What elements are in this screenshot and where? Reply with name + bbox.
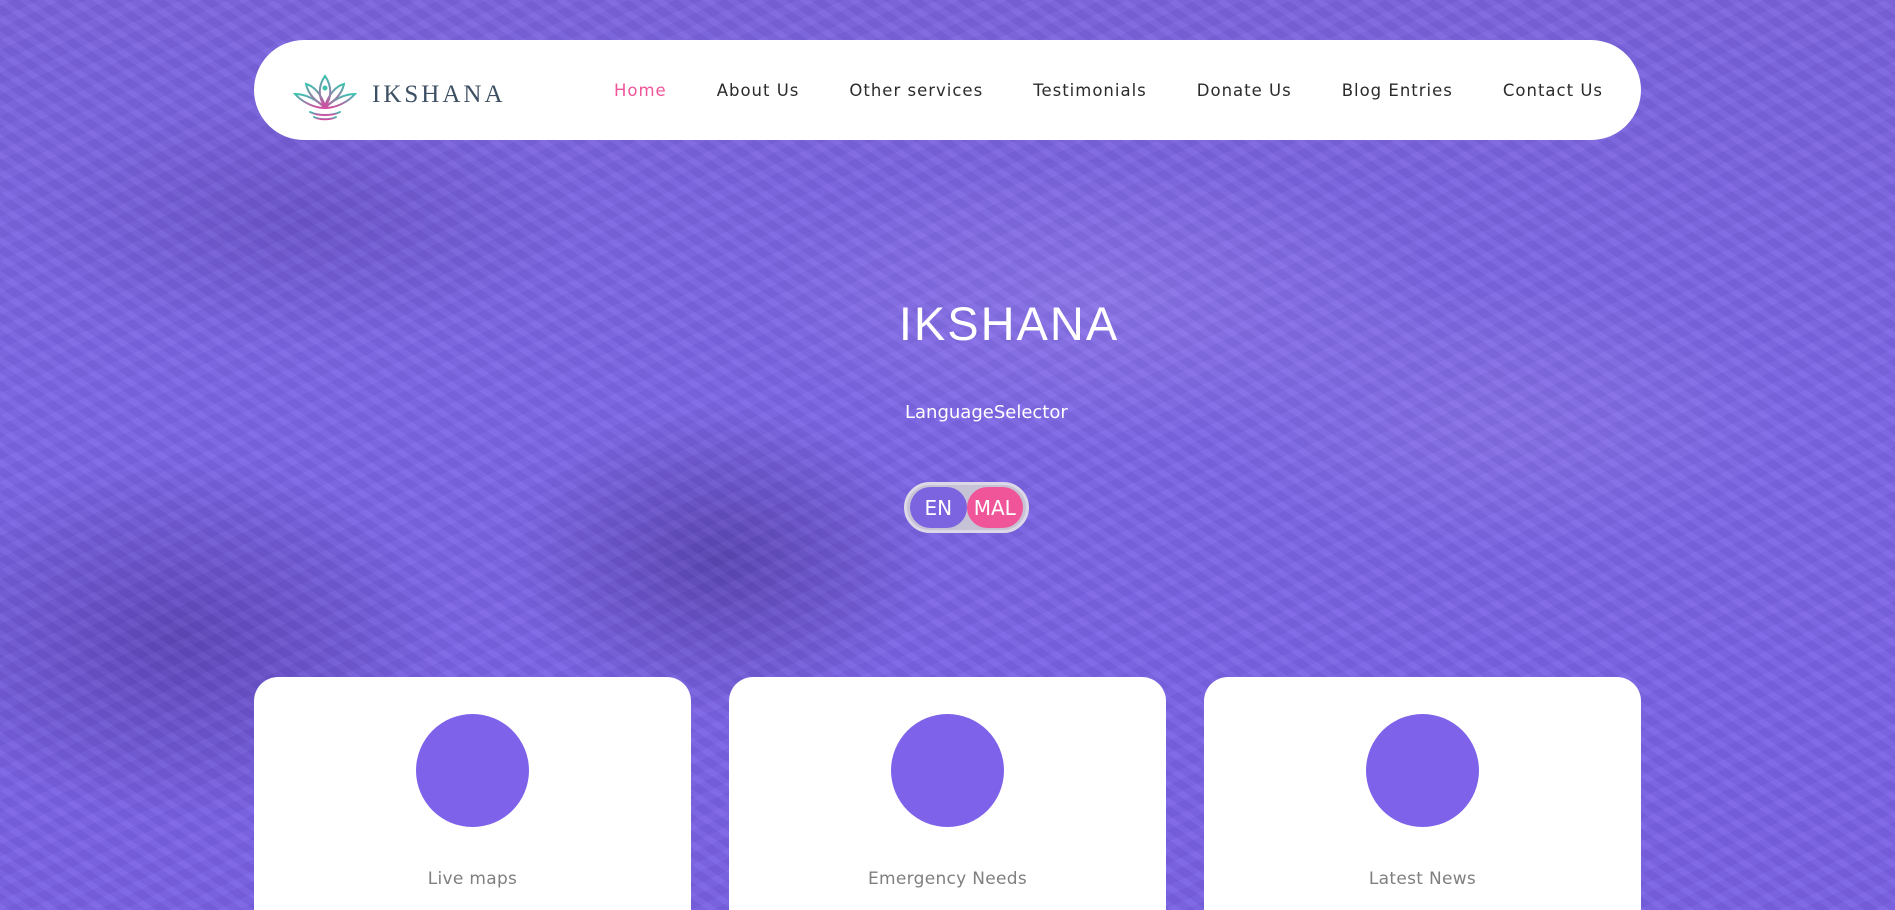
brand-name: IKSHANA [372,81,506,108]
language-toggle[interactable]: EN MAL [904,482,1029,533]
nav-menu: Home About Us Other services Testimonial… [614,40,1603,140]
card-icon-circle [1366,714,1479,827]
feature-card-emergency-needs[interactable]: Emergency Needs [729,677,1166,910]
lotus-logo-icon [292,74,358,121]
card-title: Latest News [1368,869,1477,889]
language-selector-label: LanguageSelector [905,402,1068,423]
feature-card-live-maps[interactable]: Live maps [254,677,691,910]
language-option-en[interactable]: EN [910,487,967,528]
nav-link-donate-us[interactable]: Donate Us [1197,81,1292,100]
navbar: IKSHANA Home About Us Other services Tes… [254,40,1641,140]
nav-link-about-us[interactable]: About Us [717,81,800,100]
card-icon-circle [891,714,1004,827]
nav-link-blog-entries[interactable]: Blog Entries [1342,81,1453,100]
feature-card-latest-news[interactable]: Latest News [1204,677,1641,910]
hero-title: IKSHANA [898,297,1120,350]
card-icon-circle [416,714,529,827]
nav-link-home[interactable]: Home [614,81,667,100]
card-title: Live maps [427,869,518,889]
brand[interactable]: IKSHANA [292,68,506,122]
language-option-mal[interactable]: MAL [966,487,1023,528]
card-title: Emergency Needs [867,869,1028,889]
nav-link-contact-us[interactable]: Contact Us [1503,81,1603,100]
nav-link-testimonials[interactable]: Testimonials [1033,81,1147,100]
nav-link-other-services[interactable]: Other services [849,81,983,100]
